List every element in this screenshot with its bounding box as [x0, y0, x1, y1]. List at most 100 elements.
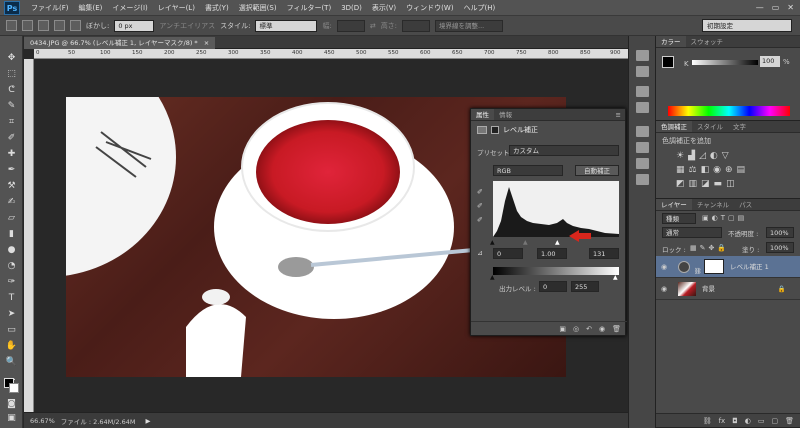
tab-layers[interactable]: レイヤー: [656, 199, 692, 210]
maximize-button[interactable]: ▭: [772, 3, 780, 12]
color-lookup-icon[interactable]: ▤: [737, 165, 750, 175]
visibility-eye-icon[interactable]: ◉: [661, 278, 667, 300]
menu-help[interactable]: ヘルプ(H): [459, 3, 501, 13]
background-color-swatch[interactable]: [9, 383, 19, 393]
clone-source-icon[interactable]: [636, 158, 649, 169]
move-tool-icon[interactable]: ✥: [4, 52, 19, 64]
type-tool-icon[interactable]: T: [4, 292, 19, 304]
close-button[interactable]: ✕: [787, 3, 794, 12]
lock-icons[interactable]: ▦✎✥🔒: [690, 244, 729, 252]
history-brush-tool-icon[interactable]: ✍: [4, 196, 19, 208]
layer-style-icon[interactable]: fx: [719, 414, 726, 427]
delete-icon[interactable]: 🗑: [612, 322, 621, 335]
quick-mask-icon[interactable]: ◙: [4, 398, 19, 410]
pen-tool-icon[interactable]: ✑: [4, 276, 19, 288]
quick-select-tool-icon[interactable]: ✎: [4, 100, 19, 112]
input-black-field[interactable]: 0: [493, 248, 523, 259]
marquee-tool-icon[interactable]: ⬚: [4, 68, 19, 80]
filter-kind-select[interactable]: 種類: [662, 213, 696, 224]
layer-name[interactable]: 背景: [702, 278, 715, 300]
photo-filter-icon[interactable]: ◉: [713, 165, 725, 175]
clip-warning-icon[interactable]: ⊿: [477, 249, 483, 257]
tab-properties[interactable]: 属性: [471, 109, 494, 120]
layer-mask-thumbnail[interactable]: [704, 259, 724, 274]
properties-panel-icon[interactable]: [636, 86, 649, 97]
white-point-eyedropper-icon[interactable]: ✐: [477, 213, 483, 227]
tab-color[interactable]: カラー: [656, 36, 686, 47]
shape-tool-icon[interactable]: ▭: [4, 324, 19, 336]
filter-adjustment-icon[interactable]: ◐: [712, 214, 721, 222]
zoom-tool-icon[interactable]: 🔍: [4, 356, 19, 368]
visibility-icon[interactable]: ◉: [599, 322, 605, 335]
menu-file[interactable]: ファイル(F): [26, 3, 74, 13]
new-layer-icon[interactable]: ▢: [771, 414, 778, 427]
info-panel-icon[interactable]: [636, 102, 649, 113]
intersect-selection-icon[interactable]: [70, 20, 81, 31]
zoom-level[interactable]: 66.67%: [30, 417, 55, 425]
blend-mode-select[interactable]: 通常: [662, 227, 722, 238]
menu-select[interactable]: 選択範囲(S): [234, 3, 282, 13]
channel-mixer-icon[interactable]: ⊕: [725, 165, 737, 175]
view-previous-icon[interactable]: ◎: [573, 322, 579, 335]
channel-select[interactable]: RGB: [493, 165, 563, 176]
new-adjustment-icon[interactable]: ◐: [745, 414, 751, 427]
menu-image[interactable]: イメージ(I): [107, 3, 152, 13]
preset-select[interactable]: カスタム: [509, 145, 619, 156]
panel-menu-icon[interactable]: ≡: [616, 109, 625, 120]
posterize-icon[interactable]: ▥: [689, 179, 702, 189]
menu-filter[interactable]: フィルター(T): [282, 3, 337, 13]
new-selection-icon[interactable]: [22, 20, 33, 31]
color-spectrum[interactable]: [668, 106, 790, 116]
tab-styles[interactable]: スタイル: [692, 121, 728, 132]
gamma-input-slider[interactable]: ▲: [523, 239, 528, 246]
eyedropper-tool-icon[interactable]: ✐: [4, 132, 19, 144]
reset-icon[interactable]: ↶: [586, 322, 592, 335]
add-mask-icon[interactable]: ◘: [732, 414, 738, 427]
gray-point-eyedropper-icon[interactable]: ✐: [477, 199, 483, 213]
width-input[interactable]: [336, 19, 365, 32]
crop-tool-icon[interactable]: ⌗: [4, 116, 19, 128]
filter-type-icon[interactable]: T: [721, 214, 728, 222]
vibrance-icon[interactable]: ▽: [722, 151, 733, 161]
eraser-tool-icon[interactable]: ▱: [4, 212, 19, 224]
exposure-icon[interactable]: ◐: [710, 151, 722, 161]
tab-info[interactable]: 情報: [494, 109, 517, 120]
feather-input[interactable]: 0 px: [114, 19, 155, 32]
selective-color-icon[interactable]: ◫: [726, 179, 739, 189]
clip-to-layer-icon[interactable]: ▣: [559, 322, 566, 335]
menu-3d[interactable]: 3D(D): [336, 4, 367, 12]
add-selection-icon[interactable]: [38, 20, 49, 31]
blur-tool-icon[interactable]: ●: [4, 244, 19, 256]
tab-character[interactable]: 文字: [728, 121, 751, 132]
k-slider[interactable]: [692, 60, 758, 65]
status-menu-arrow-icon[interactable]: ▶: [145, 417, 150, 425]
dodge-tool-icon[interactable]: ◔: [4, 260, 19, 272]
path-select-tool-icon[interactable]: ➤: [4, 308, 19, 320]
input-gamma-field[interactable]: 1.00: [537, 248, 567, 259]
input-slider-track[interactable]: ▲ ▲ ▲: [490, 239, 619, 246]
curves-icon[interactable]: ◿: [699, 151, 710, 161]
screen-mode-icon[interactable]: ▣: [4, 412, 19, 424]
menu-view[interactable]: 表示(V): [367, 3, 401, 13]
tab-paths[interactable]: パス: [734, 199, 757, 210]
layer-name[interactable]: レベル補正 1: [730, 256, 769, 278]
hand-tool-icon[interactable]: ✋: [4, 340, 19, 352]
output-black-slider[interactable]: ▲: [490, 274, 495, 281]
menu-window[interactable]: ウィンドウ(W): [401, 3, 458, 13]
brightness-icon[interactable]: ☀: [676, 151, 688, 161]
delete-layer-icon[interactable]: 🗑: [785, 414, 794, 427]
foreground-color-chip[interactable]: [662, 56, 674, 68]
output-white-slider[interactable]: ▲: [613, 274, 618, 281]
threshold-icon[interactable]: ◪: [701, 179, 714, 189]
output-white-field[interactable]: 255: [571, 281, 599, 292]
output-black-field[interactable]: 0: [539, 281, 567, 292]
brush-tool-icon[interactable]: ✒: [4, 164, 19, 176]
document-tab[interactable]: 0434.JPG @ 66.7% (レベル補正 1, レイヤーマスク/8) * …: [24, 37, 216, 49]
hue-sat-icon[interactable]: ▦: [676, 165, 689, 175]
actions-panel-icon[interactable]: [636, 66, 649, 77]
gradient-tool-icon[interactable]: ▮: [4, 228, 19, 240]
menu-layer[interactable]: レイヤー(L): [153, 3, 200, 13]
filter-pixel-icon[interactable]: ▣: [702, 214, 712, 222]
mask-icon[interactable]: [491, 126, 499, 134]
tab-adjustments[interactable]: 色調補正: [656, 121, 692, 132]
